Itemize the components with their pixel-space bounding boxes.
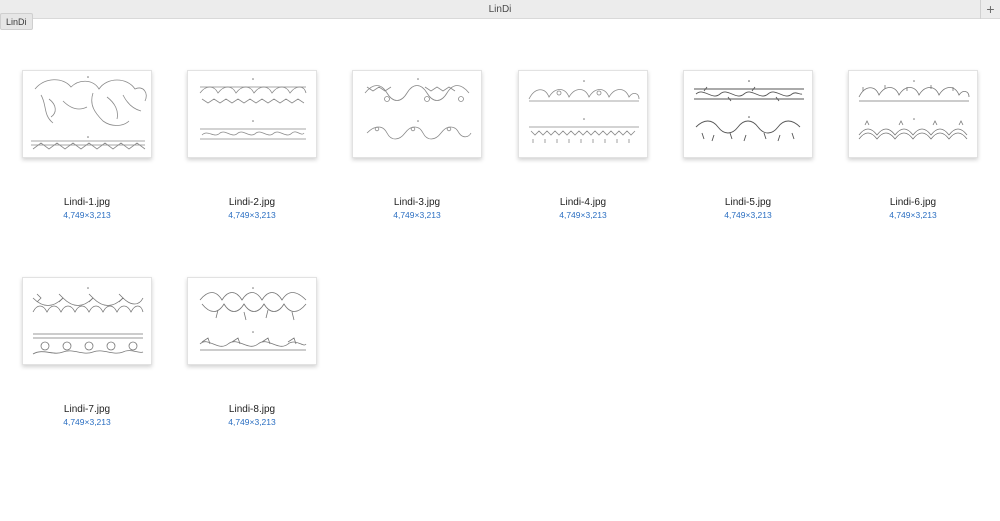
- file-item[interactable]: Lindi-5.jpg 4,749×3,213: [683, 70, 815, 230]
- image-thumbnail[interactable]: [22, 70, 152, 158]
- file-dimensions: 4,749×3,213: [63, 417, 111, 427]
- image-thumbnail[interactable]: [848, 70, 978, 158]
- bow-garland-thumbnail-icon: [32, 287, 144, 355]
- image-thumbnail[interactable]: [22, 277, 152, 365]
- file-dimensions: 4,749×3,213: [228, 417, 276, 427]
- file-name[interactable]: Lindi-3.jpg: [352, 197, 482, 208]
- image-thumbnail[interactable]: [683, 70, 813, 158]
- file-name[interactable]: Lindi-8.jpg: [187, 404, 317, 415]
- file-item[interactable]: Lindi-2.jpg 4,749×3,213: [187, 70, 319, 230]
- file-name[interactable]: Lindi-1.jpg: [22, 197, 152, 208]
- file-dimensions: 4,749×3,213: [889, 210, 937, 220]
- image-thumbnail[interactable]: [187, 70, 317, 158]
- image-thumbnail[interactable]: [187, 277, 317, 365]
- file-name[interactable]: Lindi-2.jpg: [187, 197, 317, 208]
- finder-window: LinDi + LinDi Lindi-1.jpg 4,749×3,213 Li…: [0, 0, 1000, 521]
- image-thumbnail[interactable]: [518, 70, 648, 158]
- swag-border-thumbnail-icon: [199, 287, 307, 351]
- file-dimensions: 4,749×3,213: [63, 210, 111, 220]
- file-item[interactable]: Lindi-8.jpg 4,749×3,213: [187, 277, 319, 437]
- file-name[interactable]: Lindi-6.jpg: [848, 197, 978, 208]
- border-sketch-thumbnail-icon: [199, 78, 307, 140]
- icon-grid: Lindi-1.jpg 4,749×3,213 Lindi-2.jpg 4,74…: [0, 0, 1000, 521]
- file-name[interactable]: Lindi-5.jpg: [683, 197, 813, 208]
- leaf-garland-thumbnail-icon: [694, 80, 804, 142]
- file-item[interactable]: Lindi-7.jpg 4,749×3,213: [22, 277, 154, 437]
- file-name[interactable]: Lindi-4.jpg: [518, 197, 648, 208]
- file-dimensions: 4,749×3,213: [724, 210, 772, 220]
- file-dimensions: 4,749×3,213: [559, 210, 607, 220]
- wave-border-thumbnail-icon: [858, 80, 970, 140]
- file-item[interactable]: Lindi-6.jpg 4,749×3,213: [848, 70, 980, 230]
- file-dimensions: 4,749×3,213: [228, 210, 276, 220]
- scallop-sketch-thumbnail-icon: [528, 80, 640, 143]
- file-item[interactable]: Lindi-1.jpg 4,749×3,213: [22, 70, 154, 230]
- image-thumbnail[interactable]: [352, 70, 482, 158]
- file-dimensions: 4,749×3,213: [393, 210, 441, 220]
- file-item[interactable]: Lindi-3.jpg 4,749×3,213: [352, 70, 484, 230]
- floral-sketch-thumbnail-icon: [31, 76, 147, 150]
- vine-sketch-thumbnail-icon: [364, 78, 472, 140]
- file-name[interactable]: Lindi-7.jpg: [22, 404, 152, 415]
- file-item[interactable]: Lindi-4.jpg 4,749×3,213: [518, 70, 650, 230]
